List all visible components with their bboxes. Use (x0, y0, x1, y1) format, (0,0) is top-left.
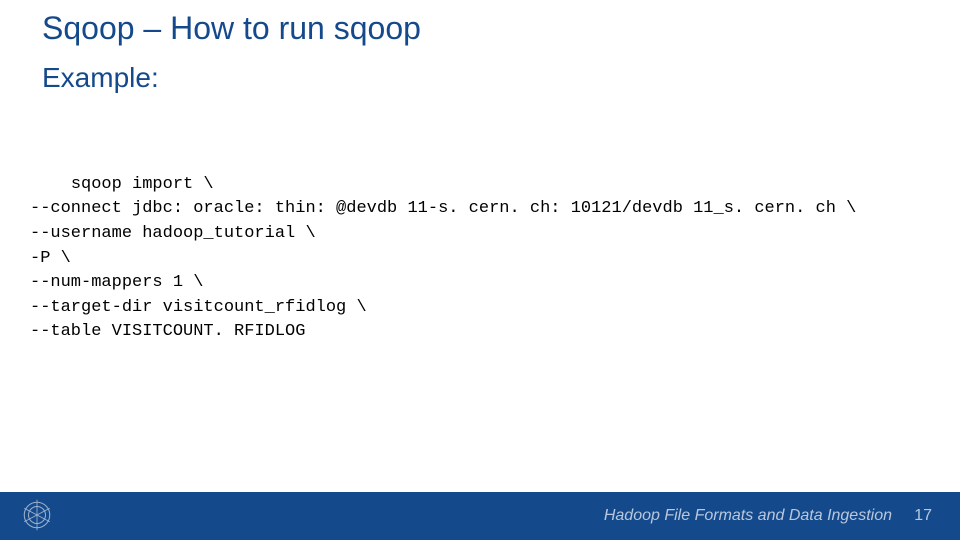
footer-page-number: 17 (914, 507, 932, 525)
code-line: --username hadoop_tutorial \ (30, 224, 316, 243)
slide-footer: Hadoop File Formats and Data Ingestion 1… (0, 492, 960, 540)
footer-doc-title: Hadoop File Formats and Data Ingestion (604, 507, 892, 525)
slide-title: Sqoop – How to run sqoop (42, 10, 421, 47)
cern-logo-icon (20, 498, 54, 532)
code-line: --target-dir visitcount_rfidlog \ (30, 298, 367, 317)
code-line: --connect jdbc: oracle: thin: @devdb 11-… (30, 199, 856, 218)
code-block: sqoop import \ --connect jdbc: oracle: t… (30, 148, 856, 370)
code-line: sqoop import \ (71, 175, 214, 194)
slide: Sqoop – How to run sqoop Example: sqoop … (0, 0, 960, 540)
code-line: --table VISITCOUNT. RFIDLOG (30, 322, 305, 341)
slide-subtitle: Example: (42, 62, 159, 94)
code-line: --num-mappers 1 \ (30, 273, 203, 292)
code-line: -P \ (30, 249, 71, 268)
